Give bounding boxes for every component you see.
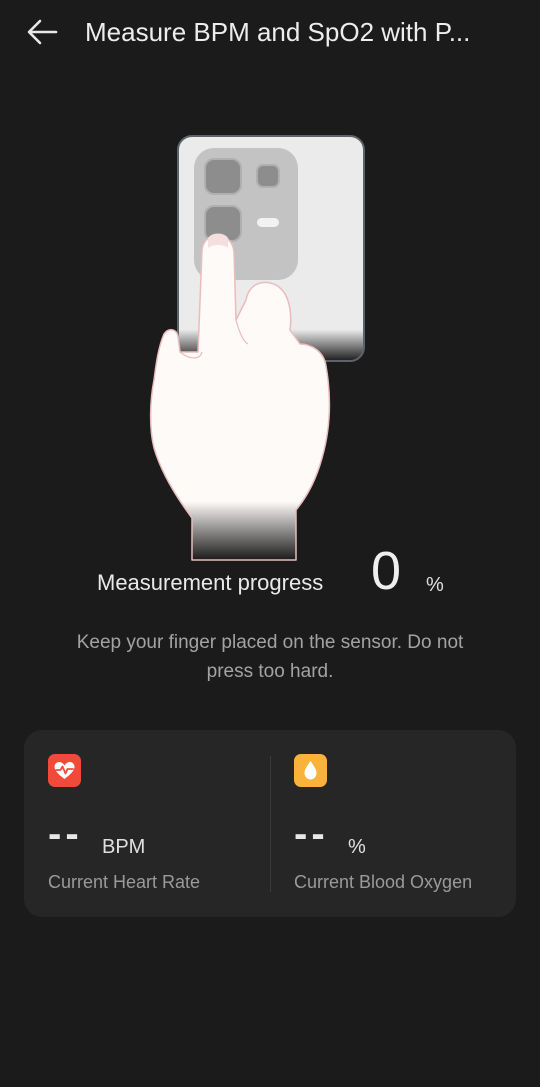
heart-rate-label: Current Heart Rate xyxy=(48,872,201,892)
finger-on-camera-illustration xyxy=(140,130,380,570)
app-header: Measure BPM and SpO2 with P... xyxy=(0,0,540,64)
water-drop-icon xyxy=(294,754,327,787)
card-divider xyxy=(270,756,271,892)
blood-oxygen-value: -- xyxy=(294,812,329,856)
instruction-text: Keep your finger placed on the sensor. D… xyxy=(76,632,464,682)
measurement-progress-label: Measurement progress xyxy=(97,570,324,595)
measurement-progress-value: 0 xyxy=(371,541,402,601)
back-button[interactable] xyxy=(24,14,60,50)
heart-rate-unit: BPM xyxy=(102,836,146,858)
heart-rate-value: -- xyxy=(48,812,83,856)
blood-oxygen-label: Current Blood Oxygen xyxy=(294,872,473,892)
page-title: Measure BPM and SpO2 with P... xyxy=(85,17,471,47)
results-card: -- BPM Current Heart Rate -- % Current B… xyxy=(24,730,516,917)
heart-pulse-icon xyxy=(48,754,81,787)
arrow-left-icon xyxy=(27,19,58,45)
blood-oxygen-unit: % xyxy=(348,836,366,858)
measurement-progress-unit: % xyxy=(426,574,444,596)
